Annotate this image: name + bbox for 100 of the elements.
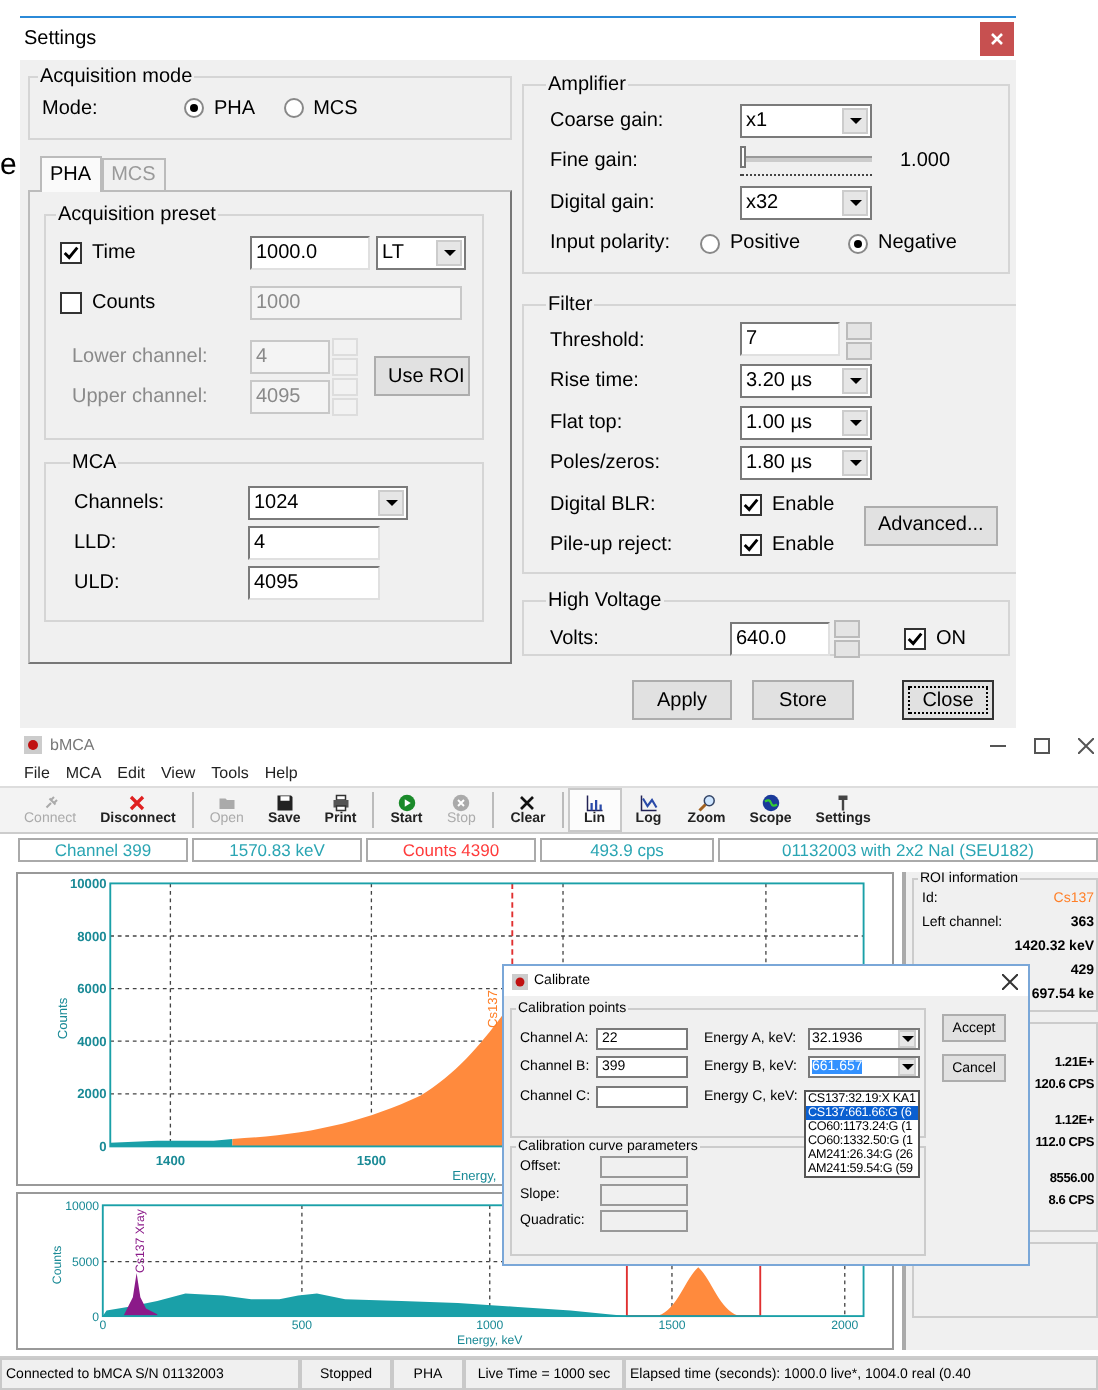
globe-icon [761, 794, 780, 812]
caret-icon [842, 107, 868, 134]
input-field[interactable] [600, 1183, 688, 1206]
caret-icon [842, 409, 868, 436]
dialog-button[interactable]: Close [902, 680, 994, 720]
caret-icon [842, 450, 868, 477]
printer-icon [331, 794, 350, 812]
app-icon [24, 736, 42, 754]
field-label: Upper channel: [70, 385, 210, 407]
menu-item[interactable]: File [24, 763, 50, 781]
antenna-icon [834, 794, 853, 812]
group-title: Acquisition preset [56, 204, 218, 226]
maximize-icon[interactable] [1034, 737, 1050, 753]
menu-item[interactable]: Help [264, 763, 298, 781]
check-icon [742, 536, 760, 555]
mode-radio[interactable]: PHA [184, 97, 256, 119]
field-label: Channels: [74, 491, 167, 513]
readout: Channel 399 [18, 838, 188, 862]
dialog-button[interactable]: Store [752, 680, 854, 720]
group-title: High Voltage [546, 590, 664, 612]
check-icon [906, 629, 924, 647]
close-icon[interactable] [1002, 973, 1018, 989]
readout: 01132003 with 2x2 NaI (SEU182) [718, 838, 1098, 862]
plug-icon [41, 794, 60, 812]
menu-item[interactable]: Tools [211, 763, 249, 781]
gain-dropdown[interactable]: x32 [740, 185, 872, 220]
group-title: Acquisition mode [38, 66, 195, 88]
magnifier-icon [697, 794, 716, 812]
caret-icon [436, 239, 462, 265]
caret-icon [378, 489, 404, 515]
field-label: Rise time: [550, 370, 641, 393]
input-field[interactable] [600, 1210, 688, 1233]
log-chart-icon [639, 794, 658, 812]
peak-area [123, 1272, 158, 1317]
mode-radio[interactable]: MCS [283, 97, 358, 119]
input-field[interactable] [600, 1156, 688, 1179]
group-title: Filter [546, 294, 595, 316]
peak-area [655, 1267, 742, 1317]
readout: 1570.83 keV [192, 838, 362, 862]
channel-field[interactable] [596, 1085, 688, 1108]
field-label: Coarse gain: [550, 109, 666, 132]
group-title: Amplifier [546, 74, 628, 96]
field-label: Digital gain: [550, 191, 657, 214]
check-icon [742, 495, 760, 514]
readout: 493.9 cps [540, 838, 714, 862]
field-label: Threshold: [550, 329, 647, 352]
window-title: Settings [24, 28, 97, 50]
close-icon [990, 32, 1004, 46]
gain-dropdown[interactable]: x1 [740, 103, 872, 138]
field-label: Volts: [550, 627, 601, 649]
field-label: Lower channel: [70, 345, 210, 367]
use-roi-button[interactable]: Use ROI [374, 356, 470, 396]
dialog-button[interactable]: Apply [632, 680, 732, 720]
polarity-radio[interactable]: Negative [848, 232, 968, 255]
input-field[interactable]: 4 [248, 525, 380, 559]
background-text: e [0, 148, 17, 182]
bar-chart-icon [585, 794, 604, 812]
field-label: Digital BLR: [550, 493, 658, 516]
channels-dropdown[interactable]: 1024 [248, 485, 408, 519]
field-label: Pile-up reject: [550, 534, 675, 557]
filter-dropdown[interactable]: 3.20 µs [740, 364, 872, 399]
field-label: Flat top: [550, 411, 625, 434]
slider-value: 1.000 [900, 150, 951, 173]
enable-checkbox[interactable]: Enable [740, 493, 864, 516]
close-button[interactable] [980, 22, 1014, 56]
enable-checkbox[interactable]: Enable [740, 534, 864, 557]
input-field[interactable]: 4095 [248, 565, 380, 599]
caret-icon [842, 368, 868, 395]
time-unit-dropdown[interactable]: LT [376, 235, 466, 269]
field-label: Fine gain: [550, 150, 640, 173]
cross-icon [518, 794, 537, 812]
counts-checkbox[interactable]: Counts [60, 291, 244, 313]
time-checkbox[interactable]: Time [60, 241, 244, 263]
field-label: Mode: [42, 97, 100, 119]
tab[interactable]: PHA [40, 156, 102, 192]
folder-icon [217, 794, 236, 812]
play-icon [397, 794, 416, 812]
filter-dropdown[interactable]: 1.00 µs [740, 405, 872, 440]
field-label: Poles/zeros: [550, 452, 663, 475]
cross-icon [128, 794, 147, 812]
threshold-field[interactable]: 7 [740, 321, 840, 356]
menu-item[interactable]: View [160, 763, 196, 781]
volts-field[interactable]: 640.0 [730, 621, 830, 655]
group-title: MCA [70, 452, 119, 474]
readout: Counts 4390 [366, 838, 536, 862]
app-icon [512, 973, 528, 989]
caret-icon [842, 189, 868, 216]
check-icon [62, 243, 80, 261]
filter-dropdown[interactable]: 1.80 µs [740, 446, 872, 481]
menu-item[interactable]: MCA [65, 763, 102, 781]
field-label: ULD: [74, 571, 122, 593]
field-label: Input polarity: [550, 232, 673, 255]
menu-item[interactable]: Edit [117, 763, 145, 781]
on-checkbox[interactable]: ON [904, 627, 966, 649]
advanced-button[interactable]: Advanced... [864, 505, 998, 545]
stop-icon [452, 794, 471, 812]
close-icon[interactable] [1078, 737, 1094, 753]
fine-gain-slider[interactable] [740, 146, 872, 177]
time-field[interactable]: 1000.0 [250, 235, 370, 269]
polarity-radio[interactable]: Positive [700, 232, 820, 255]
